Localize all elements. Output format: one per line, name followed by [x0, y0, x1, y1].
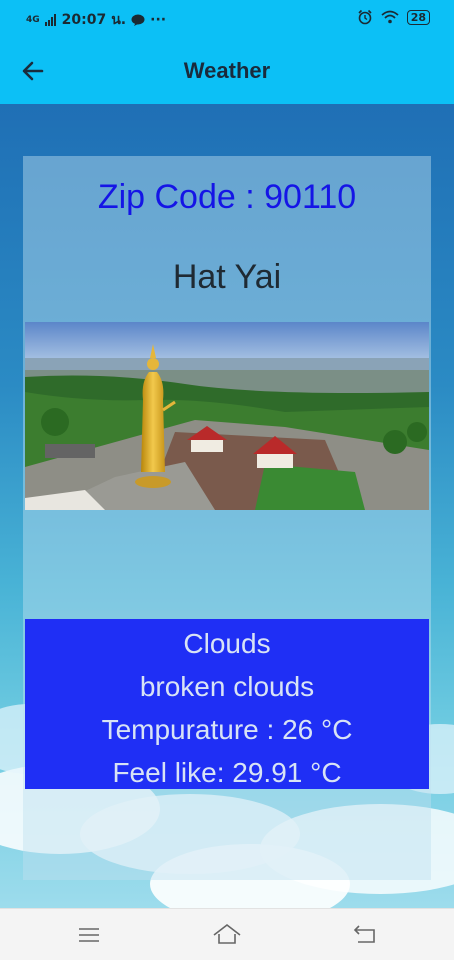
status-left: 4G 20:07 น. ··· [26, 9, 166, 31]
weather-description: broken clouds [139, 671, 315, 702]
city-landscape-image [25, 322, 429, 510]
alarm-icon [358, 9, 372, 25]
network-indicator: 4G [26, 14, 40, 25]
system-nav-bar [0, 908, 454, 960]
menu-icon [79, 928, 99, 942]
clock: 20:07 [61, 12, 107, 28]
status-bar: 4G 20:07 น. ··· 28 [0, 0, 454, 38]
city-photo [25, 322, 429, 510]
weather-main: Clouds [183, 628, 271, 659]
wifi-icon [381, 10, 399, 24]
feels-like-text: Feel like: 29.91 °C [112, 757, 342, 788]
home-icon [213, 923, 241, 944]
city-name: Hat Yai [172, 258, 282, 296]
line-app-icon [131, 14, 145, 26]
page-title: Weather [183, 58, 271, 83]
signal-icon [44, 14, 56, 26]
battery-indicator: 28 [406, 9, 430, 25]
zip-code-label: Zip Code : 90110 [97, 178, 357, 216]
back-return-icon [353, 925, 375, 943]
app-bar: Weather [0, 38, 454, 104]
status-right: 28 [357, 9, 430, 25]
home-button[interactable] [212, 921, 242, 949]
return-button[interactable] [350, 921, 380, 949]
menu-button[interactable] [74, 921, 104, 949]
more-notifications: ··· [150, 12, 167, 28]
weather-card: Zip Code : 90110 Hat Yai Clouds broken c… [23, 156, 431, 880]
time-suffix: น. [111, 12, 127, 28]
temperature-text: Tempurature : 26 °C [101, 714, 353, 745]
weather-info-box: Clouds broken clouds Tempurature : 26 °C… [25, 619, 429, 789]
